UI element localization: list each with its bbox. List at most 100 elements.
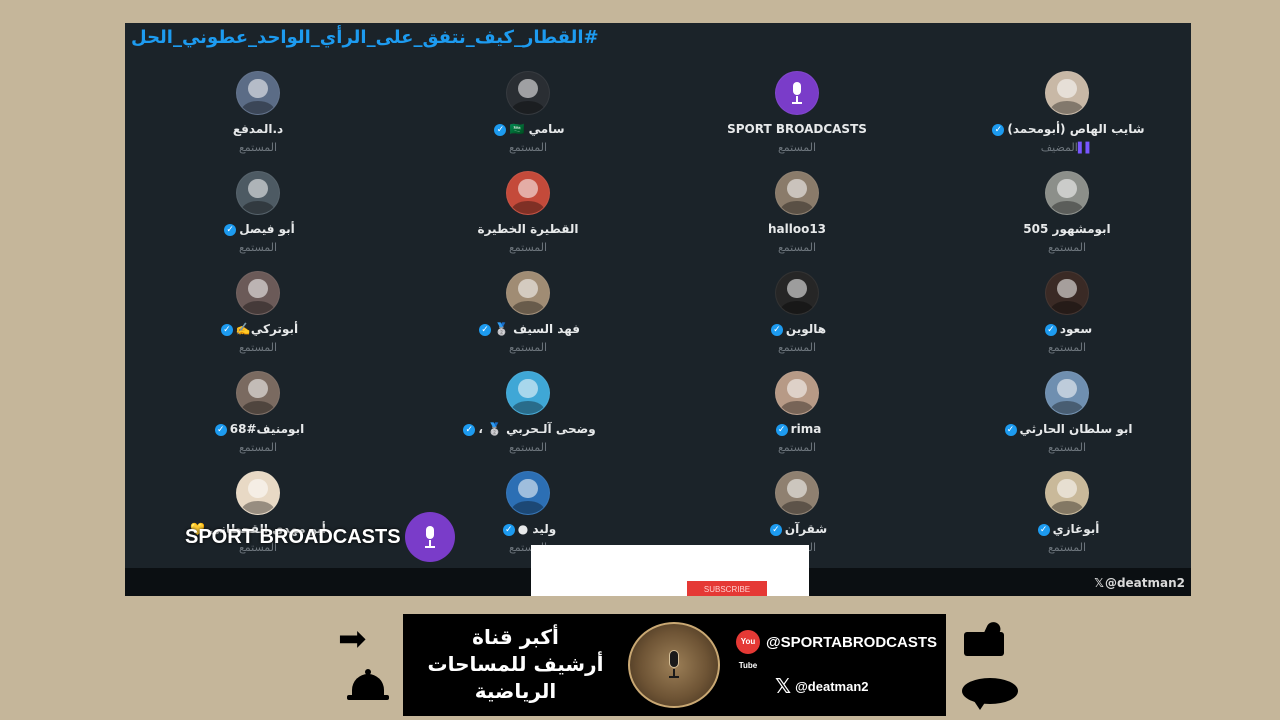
arrow-right-icon: ➡ xyxy=(338,619,367,659)
verified-badge-icon: ✓ xyxy=(1037,523,1050,536)
participant-name: وضحى آلـحربي 🥈 ،✓ xyxy=(418,421,638,437)
x-link[interactable]: 𝕏 @deatman2 xyxy=(775,674,869,698)
participant-avatar[interactable] xyxy=(775,371,819,415)
verified-badge-icon: ✓ xyxy=(1004,423,1017,436)
youtube-icon: You Tube xyxy=(736,630,760,670)
participant-role: المستمع xyxy=(777,341,817,354)
participant-tile[interactable]: شقرآن✓المستمع xyxy=(687,471,907,554)
verified-badge-icon: ✓ xyxy=(1044,323,1057,336)
participant-role: المستمع xyxy=(777,141,817,154)
participant-avatar[interactable] xyxy=(506,471,550,515)
participant-avatar[interactable] xyxy=(775,71,819,115)
participant-avatar[interactable] xyxy=(775,471,819,515)
participant-tile[interactable]: rima✓ المستمع xyxy=(687,371,907,454)
participant-tile[interactable]: ابو سلطان الحارثي✓ المستمع xyxy=(957,371,1177,454)
participant-role: المستمع xyxy=(238,141,278,154)
participant-avatar[interactable] xyxy=(236,471,280,515)
participant-name: هالوين✓ xyxy=(687,321,907,337)
participant-tile[interactable]: halloo13 المستمع xyxy=(687,171,907,254)
participant-avatar[interactable] xyxy=(236,171,280,215)
participant-role: المستمع xyxy=(508,441,548,454)
x-logo-icon: 𝕏 xyxy=(1094,576,1104,590)
participant-avatar[interactable] xyxy=(1045,471,1089,515)
participant-avatar[interactable] xyxy=(506,71,550,115)
banner-line-2: أرشيف للمساحات xyxy=(427,652,604,676)
participant-name: أبوتركي✍️✓ xyxy=(148,321,368,337)
participant-name: شقرآن✓ xyxy=(687,521,907,537)
participant-role: المستمع xyxy=(1047,441,1087,454)
participant-tile[interactable]: القطيرة الخطيرة المستمع xyxy=(418,171,638,254)
verified-badge-icon: ✓ xyxy=(463,423,476,436)
participant-avatar[interactable] xyxy=(236,371,280,415)
participant-role: المستمع xyxy=(508,241,548,254)
verified-badge-icon: ✓ xyxy=(770,323,783,336)
participant-tile[interactable]: سامي 🇸🇦✓ المستمع xyxy=(418,71,638,154)
microphone-icon xyxy=(790,82,804,104)
participant-name: القطيرة الخطيرة xyxy=(477,222,579,236)
participant-name: ابومنيف#68✓ xyxy=(148,421,368,437)
participant-name: شايب الهاص (أبومحمد)✓ xyxy=(957,121,1177,137)
participant-name: SPORT BROADCASTS xyxy=(727,122,867,136)
participant-tile[interactable]: ابومشهور 505 المستمع xyxy=(957,171,1177,254)
participant-name: سامي 🇸🇦✓ xyxy=(418,121,638,137)
verified-badge-icon: ✓ xyxy=(478,323,491,336)
banner-line-1: أكبر قناة xyxy=(472,625,559,649)
participant-tile[interactable]: أبوغازي✓ المستمع xyxy=(957,471,1177,554)
thumbs-up-icon xyxy=(964,619,1012,658)
youtube-handle: @SPORTABRODCASTS xyxy=(766,633,938,651)
participant-avatar[interactable] xyxy=(506,271,550,315)
participant-avatar[interactable] xyxy=(236,271,280,315)
watermark-text: SPORT BROADCASTS xyxy=(185,525,401,548)
participant-name: rima✓ xyxy=(687,421,907,437)
bell-icon xyxy=(346,668,390,704)
participant-role: المستمع xyxy=(1047,241,1087,254)
participant-tile[interactable]: هالوين✓ المستمع xyxy=(687,271,907,354)
verified-badge-icon: ✓ xyxy=(775,423,788,436)
participant-avatar[interactable] xyxy=(236,71,280,115)
participant-avatar[interactable] xyxy=(775,171,819,215)
microphone-emblem-icon xyxy=(628,622,720,708)
x-handle: @deatman2 xyxy=(795,678,869,694)
participant-tile[interactable]: سعود✓ المستمع xyxy=(957,271,1177,354)
participant-tile[interactable]: وضحى آلـحربي 🥈 ،✓ المستمع xyxy=(418,371,638,454)
participant-avatar[interactable] xyxy=(506,371,550,415)
participant-tile[interactable]: أبوتركي✍️✓ المستمع xyxy=(148,271,368,354)
banner-tagline: أكبر قناة أرشيف للمساحات الرياضية xyxy=(413,624,618,705)
verified-badge-icon: ✓ xyxy=(494,123,507,136)
video-overlay-box: SUBSCRIBE xyxy=(531,545,809,596)
participant-role: المستمع xyxy=(238,441,278,454)
participant-name: أبو فيصل✓ xyxy=(148,221,368,237)
participant-avatar[interactable] xyxy=(1045,371,1089,415)
verified-badge-icon: ✓ xyxy=(992,123,1005,136)
verified-badge-icon: ✓ xyxy=(502,523,515,536)
participant-tile[interactable]: ابومنيف#68✓ المستمع xyxy=(148,371,368,454)
participant-role: المستمع xyxy=(508,141,548,154)
participant-role: المستمع xyxy=(508,341,548,354)
space-hashtag[interactable]: #القطار_كيف_نتفق_على_الرأي_الواحد_عطوني_… xyxy=(131,27,599,48)
participant-avatar[interactable] xyxy=(1045,71,1089,115)
subscribe-button[interactable]: SUBSCRIBE xyxy=(687,581,767,596)
participant-name: ابو سلطان الحارثي✓ xyxy=(957,421,1177,437)
participant-tile[interactable]: SPORT BROADCASTS المستمع xyxy=(687,71,907,154)
participant-name: halloo13 xyxy=(767,222,827,236)
footer-handle[interactable]: 𝕏@deatman2 xyxy=(1094,576,1185,590)
participant-role: المستمع xyxy=(238,341,278,354)
youtube-link[interactable]: You Tube @SPORTABRODCASTS xyxy=(736,630,938,670)
participant-tile[interactable]: أبو فيصل✓ المستمع xyxy=(148,171,368,254)
participant-avatar[interactable] xyxy=(506,171,550,215)
participant-avatar[interactable] xyxy=(1045,271,1089,315)
participant-avatar[interactable] xyxy=(1045,171,1089,215)
participant-role: المستمع xyxy=(1047,541,1087,554)
participant-avatar[interactable] xyxy=(775,271,819,315)
participant-role: المستمع xyxy=(238,241,278,254)
participant-tile[interactable]: فهد السيف 🥈✓ المستمع xyxy=(418,271,638,354)
participant-tile[interactable]: د.المدفع المستمع xyxy=(148,71,368,154)
participant-role: ▌▌المضيف xyxy=(1040,141,1094,154)
participant-role: المستمع xyxy=(777,241,817,254)
verified-badge-icon: ✓ xyxy=(769,523,782,536)
x-logo-icon: 𝕏 xyxy=(775,674,792,698)
participant-tile[interactable]: شايب الهاص (أبومحمد)✓ ▌▌المضيف xyxy=(957,71,1177,154)
verified-badge-icon: ✓ xyxy=(220,323,233,336)
sport-broadcasts-watermark: SPORT BROADCASTS xyxy=(185,512,455,562)
participant-name: سعود✓ xyxy=(957,321,1177,337)
